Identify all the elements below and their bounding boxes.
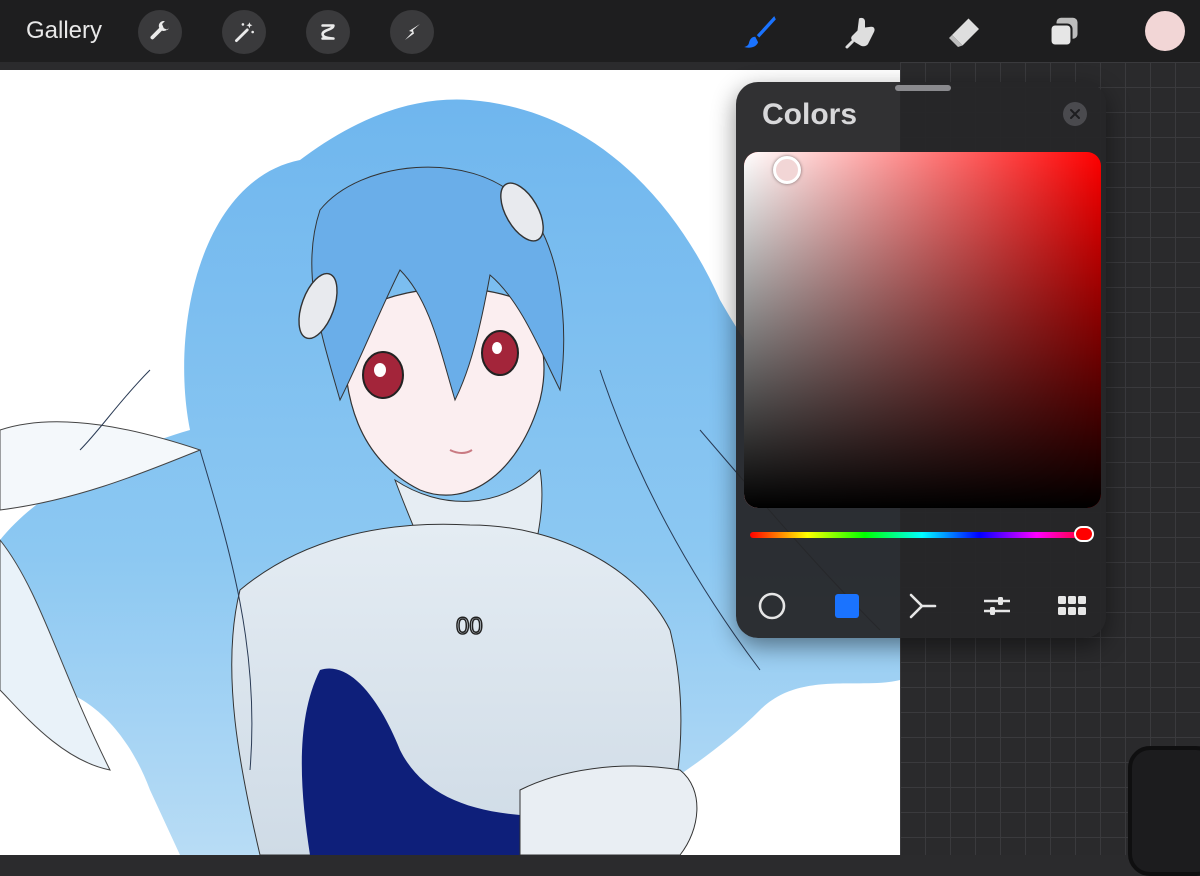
smudge-tool-button[interactable] bbox=[840, 10, 884, 54]
hue-slider-knob[interactable] bbox=[1073, 526, 1094, 542]
brush-tool-button[interactable] bbox=[738, 10, 782, 54]
tab-value[interactable] bbox=[979, 588, 1015, 624]
layers-button[interactable] bbox=[1042, 10, 1086, 54]
colors-panel: Colors bbox=[736, 82, 1106, 638]
value-sliders-icon bbox=[984, 597, 1010, 615]
eraser-tool-button[interactable] bbox=[942, 10, 986, 54]
magic-wand-icon bbox=[235, 22, 254, 43]
gallery-button[interactable]: Gallery bbox=[26, 17, 102, 45]
smudge-icon bbox=[845, 17, 875, 49]
colors-panel-title: Colors bbox=[762, 98, 858, 131]
palettes-icon bbox=[1058, 596, 1086, 615]
close-panel-button[interactable] bbox=[1063, 102, 1087, 126]
close-icon bbox=[1070, 109, 1080, 119]
tab-palettes[interactable] bbox=[1054, 588, 1090, 624]
saturation-brightness-picker[interactable] bbox=[744, 152, 1101, 508]
color-picker-knob[interactable] bbox=[772, 155, 801, 184]
tab-harmony[interactable] bbox=[904, 588, 940, 624]
wrench-icon bbox=[150, 21, 169, 40]
adjustments-button[interactable] bbox=[222, 10, 266, 54]
classic-square-icon bbox=[835, 594, 859, 618]
harmony-icon bbox=[909, 593, 937, 619]
hue-slider[interactable] bbox=[750, 526, 1094, 542]
eraser-icon bbox=[949, 18, 979, 47]
side-panel-handle[interactable] bbox=[1128, 746, 1200, 876]
tab-disc[interactable] bbox=[754, 588, 790, 624]
suit-number-label: 00 bbox=[456, 613, 483, 640]
selection-icon bbox=[321, 24, 335, 40]
transform-button[interactable] bbox=[390, 10, 434, 54]
actions-button[interactable] bbox=[138, 10, 182, 54]
transform-arrow-icon bbox=[405, 24, 420, 40]
top-toolbar: Gallery bbox=[0, 0, 1200, 62]
tab-classic[interactable] bbox=[829, 588, 865, 624]
disc-icon bbox=[758, 592, 786, 620]
brightness-overlay bbox=[744, 152, 1101, 508]
brush-icon bbox=[744, 16, 776, 48]
layers-icon bbox=[1049, 17, 1078, 47]
panel-grab-handle[interactable] bbox=[895, 85, 951, 91]
current-color-swatch[interactable] bbox=[1145, 11, 1185, 51]
selection-button[interactable] bbox=[306, 10, 350, 54]
